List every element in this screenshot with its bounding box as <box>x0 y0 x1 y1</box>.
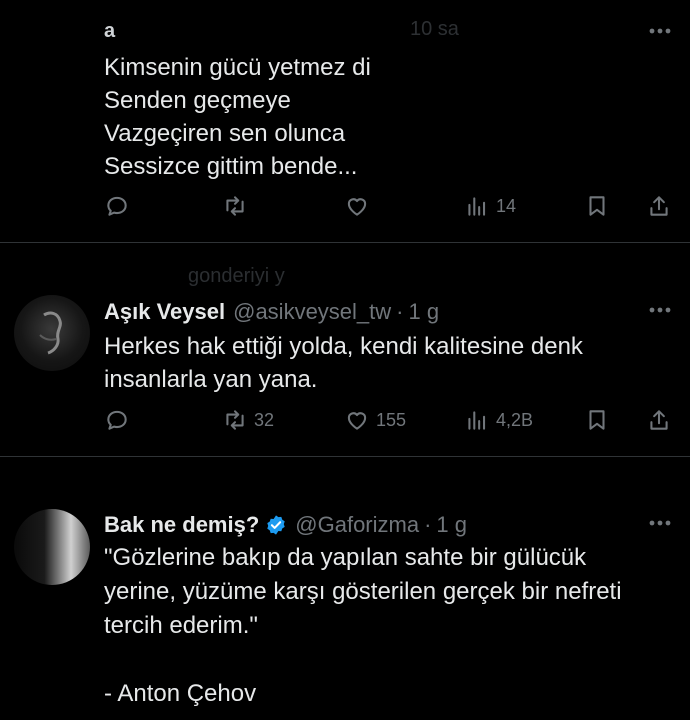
avatar[interactable] <box>14 295 90 371</box>
share-button[interactable] <box>646 407 672 433</box>
more-options-icon[interactable] <box>648 306 672 314</box>
tweet-text-line: Sessizce gittim bende... <box>104 153 358 180</box>
tweet-text-line: "Gözlerine bakıp da yapılan sahte bir gü… <box>104 544 587 571</box>
tweet-text-line: Senden geçmeye <box>104 87 291 114</box>
tweet-text-line: Kimsenin gücü yetmez di <box>104 54 371 81</box>
retweet-count: 32 <box>254 409 275 430</box>
timestamp[interactable]: 1 g <box>409 299 440 325</box>
tweet-card[interactable]: Bak ne demiş? @Gaforizma · 1 g "Gözlerin… <box>0 457 690 720</box>
tweet-text-blank-line <box>104 643 622 677</box>
reply-icon <box>107 196 127 216</box>
more-options-icon[interactable] <box>648 27 672 35</box>
author-name-faded: a <box>104 20 116 42</box>
share-button[interactable] <box>646 193 672 219</box>
avatar-image <box>39 311 62 355</box>
tweet-text-line: Herkes hak ettiği yolda, kendi kalitesin… <box>104 333 583 360</box>
tweet-text: Herkes hak ettiği yolda, kendi kalitesin… <box>104 330 583 396</box>
like-count: 155 <box>376 409 407 430</box>
avatar[interactable] <box>14 509 90 585</box>
views-count: 4,2B <box>496 409 534 430</box>
views-count: 14 <box>496 195 517 216</box>
reply-button[interactable] <box>104 193 130 219</box>
share-icon <box>650 196 668 216</box>
author-name[interactable]: Bak ne demiş? <box>104 512 259 538</box>
bookmark-icon <box>589 410 605 430</box>
views-icon <box>468 411 486 430</box>
tweet-actions: 14 <box>104 193 674 221</box>
tweet-header: Aşık Veysel @asikveysel_tw · 1 g <box>104 299 439 325</box>
tweet-text-line: Vazgeçiren sen olunca <box>104 120 346 147</box>
reply-icon <box>107 410 127 430</box>
retweet-button[interactable]: 32 <box>222 407 274 433</box>
like-button[interactable]: 155 <box>344 407 406 433</box>
views-icon <box>468 197 486 216</box>
views-button[interactable]: 14 <box>464 193 516 219</box>
views-button[interactable]: 4,2B <box>464 407 533 433</box>
bookmark-button[interactable] <box>584 193 610 219</box>
tweet-card[interactable]: a 10 sa Kimsenin gücü yetmez di Senden g… <box>0 0 690 243</box>
social-context-faded: gonderiyi y <box>188 265 285 287</box>
bookmark-icon <box>589 196 605 216</box>
tweet-text-line: yerine, yüzüme karşı gösterilen gerçek b… <box>104 578 622 605</box>
verified-badge-icon <box>267 515 285 535</box>
timestamp[interactable]: 1 g <box>436 512 467 538</box>
like-icon <box>347 412 367 430</box>
retweet-button[interactable] <box>222 193 248 219</box>
more-options-icon[interactable] <box>648 519 672 527</box>
share-icon <box>650 410 668 430</box>
like-button[interactable] <box>344 193 370 219</box>
retweet-icon <box>226 196 244 216</box>
author-handle[interactable]: @asikveysel_tw <box>233 299 391 325</box>
tweet-actions: 32 155 4,2B <box>104 407 674 435</box>
tweet-header: Bak ne demiş? @Gaforizma · 1 g <box>104 512 467 538</box>
timestamp-faded: 10 sa <box>410 18 459 40</box>
bookmark-button[interactable] <box>584 407 610 433</box>
author-name[interactable]: Aşık Veysel <box>104 299 225 325</box>
retweet-icon <box>226 410 244 430</box>
tweet-text: "Gözlerine bakıp da yapılan sahte bir gü… <box>104 541 622 711</box>
tweet-text-line: tercih ederim." <box>104 612 258 639</box>
separator-dot: · <box>396 299 404 324</box>
tweet-text: Kimsenin gücü yetmez di Senden geçmeye V… <box>104 51 371 183</box>
author-handle[interactable]: @Gaforizma <box>295 512 419 538</box>
separator-dot: · <box>424 512 432 537</box>
tweet-text-line: insanlarla yan yana. <box>104 366 318 393</box>
like-icon <box>347 198 367 216</box>
tweet-text-line: - Anton Çehov <box>104 680 257 707</box>
reply-button[interactable] <box>104 407 130 433</box>
tweet-card[interactable]: gonderiyi y Aşık Veysel @asikveysel_tw ·… <box>0 243 690 457</box>
